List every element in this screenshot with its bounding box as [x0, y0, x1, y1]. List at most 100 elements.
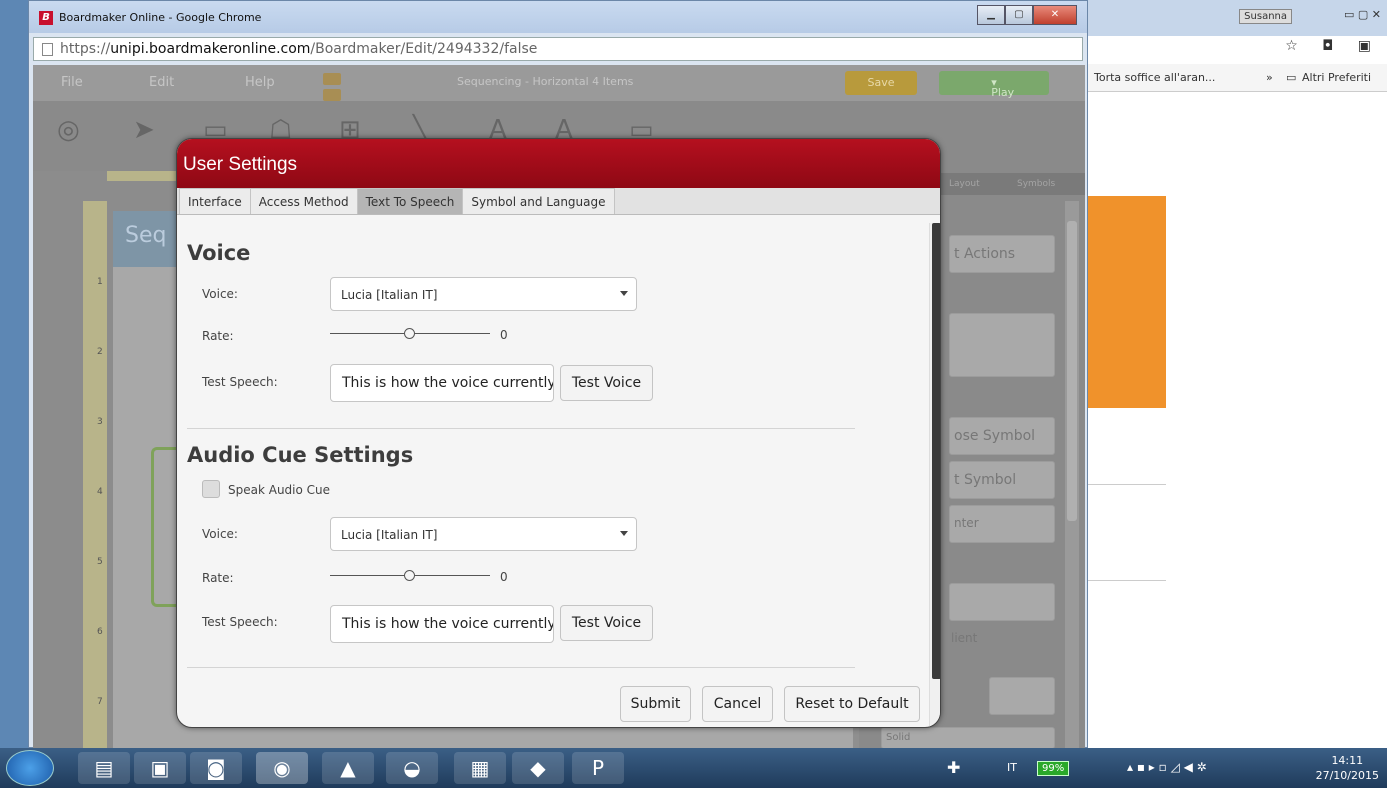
pointer-icon[interactable]: ➤: [133, 115, 155, 145]
windows-taskbar: ▤ ▣ ◙ ◉ ▲ ◒ ▦ ◆ P ✚ IT 99% ▴ ▪ ▸ ▫ ◿ ◀ ✲…: [0, 748, 1387, 788]
tab-layout[interactable]: Layout: [949, 179, 980, 189]
speak-audio-cue-checkbox[interactable]: [202, 480, 220, 498]
rate-slider[interactable]: [330, 327, 495, 341]
dialog-scrollbar[interactable]: [929, 223, 940, 727]
edit-symbol-button[interactable]: t Symbol: [949, 461, 1055, 499]
tab-text-to-speech[interactable]: Text To Speech: [356, 188, 464, 214]
tab-interface[interactable]: Interface: [179, 188, 251, 214]
audio-voice-select-value: Lucia [Italian IT]: [341, 528, 438, 542]
tray-icons[interactable]: ▴ ▪ ▸ ▫ ◿ ◀ ✲: [1127, 760, 1207, 774]
apps-grid-icon[interactable]: ▦: [454, 752, 506, 784]
window-titlebar: B Boardmaker Online - Google Chrome ▁ ▢ …: [29, 1, 1087, 33]
border-color-select[interactable]: [989, 677, 1055, 715]
bookmark-folder[interactable]: Altri Preferiti: [1302, 71, 1371, 84]
actions-button[interactable]: t Actions: [949, 235, 1055, 273]
divider: [1085, 580, 1166, 581]
slider-handle[interactable]: [404, 570, 415, 581]
play-button[interactable]: Play ▾: [939, 71, 1049, 99]
audio-test-speech-label: Test Speech:: [202, 615, 278, 629]
gradient-label: lient: [951, 631, 978, 645]
app-icon[interactable]: ▲: [322, 752, 374, 784]
folder-icon: ▭: [1286, 71, 1297, 84]
voice-select[interactable]: Lucia [Italian IT]: [330, 277, 637, 311]
ruler-number: 5: [97, 557, 103, 567]
voice-heading: Voice: [187, 241, 251, 265]
extension-icons[interactable]: ☆ ◘ ▣: [1285, 38, 1381, 54]
menu-file[interactable]: File: [61, 75, 83, 90]
choose-symbol-button[interactable]: ose Symbol: [949, 417, 1055, 455]
undo-redo-icons[interactable]: [323, 73, 393, 101]
scrollbar-thumb[interactable]: [932, 223, 940, 679]
program-icon[interactable]: ▣: [134, 752, 186, 784]
color-select[interactable]: [949, 583, 1055, 621]
menu-edit[interactable]: Edit: [149, 75, 174, 90]
address-bar[interactable]: https://unipi.boardmakeronline.com/Board…: [33, 37, 1083, 61]
redo-icon[interactable]: [323, 89, 341, 101]
chrome-icon[interactable]: ◉: [256, 752, 308, 784]
dropbox-icon[interactable]: ◆: [512, 752, 564, 784]
tab-symbol-and-language[interactable]: Symbol and Language: [462, 188, 615, 214]
vertical-ruler: 1 2 3 4 5 6 7: [83, 201, 107, 749]
menu-help[interactable]: Help: [245, 75, 275, 90]
battery-indicator[interactable]: 99%: [1037, 761, 1070, 776]
undo-icon[interactable]: [323, 73, 341, 85]
user-badge[interactable]: Susanna: [1239, 9, 1292, 24]
clock[interactable]: 14:11 27/10/2015: [1316, 753, 1379, 783]
bookmark-more[interactable]: »: [1266, 71, 1273, 84]
bulb-icon[interactable]: ◎: [57, 115, 80, 145]
url-path: /Boardmaker/Edit/2494332/false: [310, 41, 538, 57]
reset-to-default-button[interactable]: Reset to Default: [784, 686, 920, 722]
line-style-select[interactable]: Solid: [881, 727, 1055, 749]
ruler-number: 4: [97, 487, 103, 497]
audio-rate-slider[interactable]: [330, 569, 495, 583]
sync-icon[interactable]: ◒: [386, 752, 438, 784]
window-controls-icon[interactable]: ▭ ▢ ✕: [1344, 8, 1381, 21]
audio-test-speech-input[interactable]: This is how the voice currently sounds: [330, 605, 554, 643]
tray-app-icon[interactable]: ✚: [947, 758, 960, 777]
outlook-icon[interactable]: ◙: [190, 752, 242, 784]
window-title: Boardmaker Online - Google Chrome: [59, 11, 262, 24]
preview-box: [949, 313, 1055, 377]
ruler-number: 2: [97, 347, 103, 357]
tab-access-method[interactable]: Access Method: [249, 188, 358, 214]
dialog-title: User Settings: [177, 139, 940, 188]
boardmaker-logo-icon: B: [39, 11, 53, 25]
orange-banner: [1085, 196, 1166, 408]
tab-symbols[interactable]: Symbols: [1017, 179, 1055, 189]
save-button[interactable]: Save: [845, 71, 917, 95]
voice-label: Voice:: [202, 287, 238, 301]
start-button[interactable]: [6, 750, 54, 786]
bookmarks-bar: Torta soffice all'aran... » ▭ Altri Pref…: [1086, 64, 1387, 92]
test-voice-button[interactable]: Test Voice: [560, 365, 653, 401]
section-divider: [187, 428, 855, 429]
cancel-button[interactable]: Cancel: [702, 686, 773, 722]
section-divider: [187, 667, 855, 668]
test-speech-label: Test Speech:: [202, 375, 278, 389]
rate-value: 0: [500, 328, 508, 342]
bookmark-item[interactable]: Torta soffice all'aran...: [1094, 71, 1215, 84]
document-title: Sequencing - Horizontal 4 Items: [457, 75, 634, 88]
speak-audio-cue-label[interactable]: Speak Audio Cue: [228, 483, 330, 497]
audio-voice-label: Voice:: [202, 527, 238, 541]
alignment-select[interactable]: nter: [949, 505, 1055, 543]
dialog-body: Voice Voice: Lucia [Italian IT] Rate: 0 …: [177, 215, 929, 727]
maximize-button[interactable]: ▢: [1005, 5, 1033, 25]
url-host: unipi.boardmakeronline.com: [110, 41, 311, 57]
ruler-number: 3: [97, 417, 103, 427]
file-explorer-icon[interactable]: ▤: [78, 752, 130, 784]
test-speech-input[interactable]: This is how the voice currently sounds: [330, 364, 554, 402]
slider-handle[interactable]: [404, 328, 415, 339]
submit-button[interactable]: Submit: [620, 686, 691, 722]
minimize-button[interactable]: ▁: [977, 5, 1005, 25]
audio-test-voice-button[interactable]: Test Voice: [560, 605, 653, 641]
rate-label: Rate:: [202, 329, 234, 343]
audio-voice-select[interactable]: Lucia [Italian IT]: [330, 517, 637, 551]
powerpoint-icon[interactable]: P: [572, 752, 624, 784]
date: 27/10/2015: [1315, 769, 1379, 782]
url-scheme: https://: [60, 41, 111, 57]
panel-scrollbar[interactable]: [1065, 201, 1079, 749]
language-indicator[interactable]: IT: [1007, 761, 1017, 774]
close-button[interactable]: ✕: [1033, 5, 1077, 25]
voice-select-value: Lucia [Italian IT]: [341, 288, 438, 302]
divider: [1085, 484, 1166, 485]
